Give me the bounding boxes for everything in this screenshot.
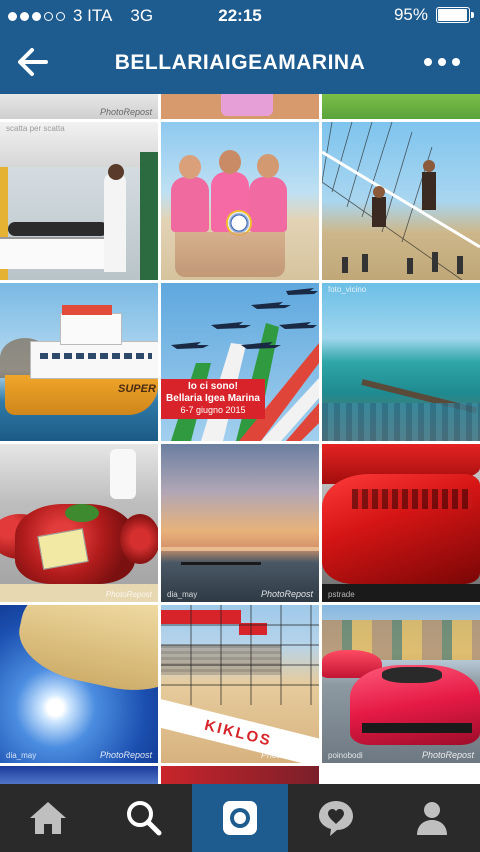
photo-grid: PhotoRepost scatta per scatta SUPER Io c… [0, 94, 480, 784]
nav-bar: BELLARIAIGEAMARINA [0, 30, 480, 94]
photo-tile[interactable] [161, 122, 319, 280]
tab-activity[interactable] [288, 784, 384, 852]
photo-tile[interactable]: PhotoRepost [0, 94, 158, 119]
tab-camera[interactable] [192, 784, 288, 852]
photo-tile[interactable] [161, 94, 319, 119]
photo-tile[interactable]: pstrade [322, 444, 480, 602]
photo-tile[interactable] [322, 766, 480, 784]
photo-tile[interactable]: Io ci sono! Bellaria Igea Marina 6-7 giu… [161, 283, 319, 441]
status-bar: 3 ITA 3G 22:15 95% [0, 0, 480, 30]
photo-tile[interactable]: dia_may PhotoRepost [161, 444, 319, 602]
ellipsis-icon [424, 58, 432, 66]
photo-tile[interactable]: scatta per scatta [0, 122, 158, 280]
event-overlay-card: Io ci sono! Bellaria Igea Marina 6-7 giu… [161, 379, 265, 419]
photo-tile[interactable] [322, 122, 480, 280]
tab-profile[interactable] [384, 784, 480, 852]
ferry-label: SUPER [118, 383, 156, 395]
overlay-line2: Bellaria Igea Marina [166, 393, 260, 404]
page-title: BELLARIAIGEAMARINA [114, 51, 366, 74]
search-icon [127, 801, 162, 836]
photo-tile[interactable]: PhotoRepost [0, 444, 158, 602]
photo-tile[interactable]: SUPER [0, 283, 158, 441]
overlay-line3: 6-7 giugno 2015 [180, 405, 246, 415]
photo-tile[interactable]: foto_vicino [322, 283, 480, 441]
heart-bubble-icon [319, 801, 353, 836]
person-icon [417, 802, 447, 835]
photo-tile[interactable] [0, 766, 158, 784]
photo-tile[interactable] [322, 94, 480, 119]
photo-tile[interactable] [161, 766, 319, 784]
photo-tile[interactable]: KIKLOS PhotoRepost [161, 605, 319, 763]
home-icon [30, 802, 66, 834]
battery-percent: 95% [393, 5, 428, 24]
tab-explore[interactable] [96, 784, 192, 852]
more-options-button[interactable] [418, 48, 466, 76]
photo-tile[interactable]: poinobodi PhotoRepost [322, 605, 480, 763]
photo-tile[interactable]: dia_may PhotoRepost [0, 605, 158, 763]
tab-home[interactable] [0, 784, 96, 852]
overlay-line1: Io ci sono! [188, 381, 238, 392]
tab-bar [0, 784, 480, 852]
battery-icon [436, 7, 474, 23]
camera-icon [223, 801, 257, 835]
